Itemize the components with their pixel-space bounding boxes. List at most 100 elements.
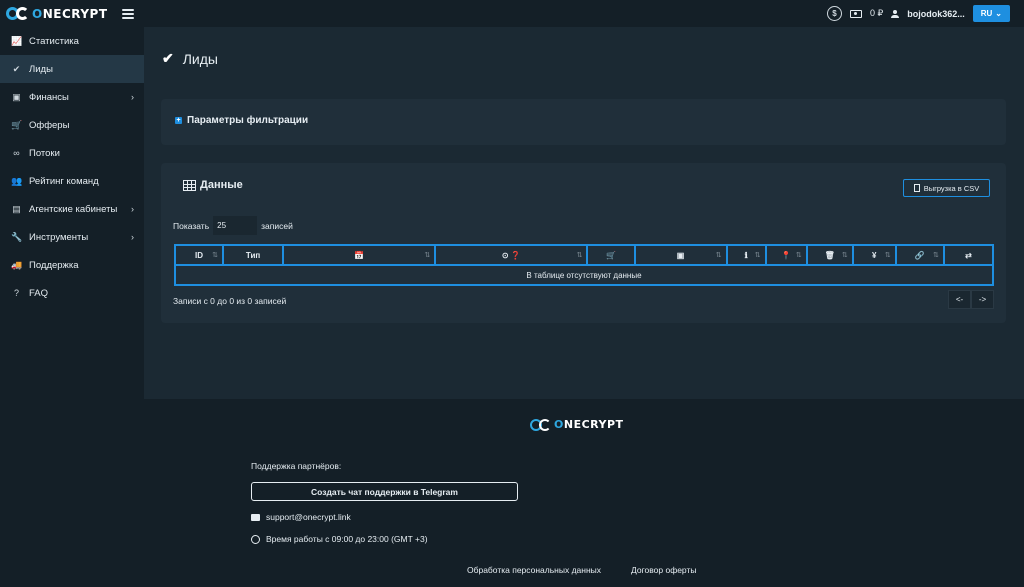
- chevron-down-icon: ⌄: [995, 9, 1002, 18]
- prev-page-button[interactable]: <-: [948, 290, 971, 309]
- column-header-clock-question-icon[interactable]: ⊙ ❓ ⇅: [434, 244, 589, 266]
- sidebar-item[interactable]: ? FAQ: [0, 279, 144, 307]
- column-header-exchange-icon[interactable]: ⇄: [942, 244, 995, 266]
- sidebar-item-label: Потоки: [29, 147, 60, 159]
- column-header-label: 🗑: [824, 250, 835, 260]
- export-csv-label: Выгрузка в CSV: [923, 183, 980, 193]
- sort-icon: ⇅: [754, 252, 761, 259]
- footer-links: Обработка персональных данных Договор оф…: [467, 565, 696, 575]
- next-page-button[interactable]: ->: [971, 290, 994, 309]
- sort-icon: ⇅: [795, 252, 802, 259]
- link-icon: ∞: [13, 148, 20, 158]
- filter-card: + Параметры фильтрации: [161, 99, 1006, 145]
- working-hours-text: Время работы с 09:00 до 23:00 (GMT +3): [266, 534, 428, 544]
- page-length-select[interactable]: 25: [213, 216, 258, 235]
- sidebar: 📈 Статистика ✔ Лиды ▣ Финансы › 🛒 Офферы ∞ Потоки 👥…: [0, 27, 144, 587]
- balance[interactable]: 0 ₽: [870, 8, 883, 19]
- email-contact: support@onecrypt.link: [251, 512, 351, 522]
- sidebar-item-label: Поддержка: [29, 259, 79, 271]
- sidebar-item-label: Рейтинг команд: [29, 175, 99, 187]
- truck-icon: 🚚: [11, 259, 23, 270]
- filter-toggle[interactable]: + Параметры фильтрации: [175, 115, 308, 126]
- leads-table: ID ⇅ Тип 📅 ⇅ ⊙ ❓ ⇅ 🛒 ▣ ⇅ ℹ ⇅ 📍 ⇅ 🗑 ⇅ ¥ ⇅ 🔗 ⇅ ⇄ В таблице отс…: [173, 244, 995, 286]
- column-header-label: 🔗: [914, 250, 925, 260]
- column-header-label: ▣: [676, 250, 685, 260]
- column-header-label: ⇄: [965, 250, 972, 260]
- logo-mark-icon: [530, 418, 552, 431]
- column-header-link-icon[interactable]: 🔗 ⇅: [894, 244, 945, 266]
- column-header-location-icon[interactable]: 📍 ⇅: [764, 244, 808, 266]
- column-header[interactable]: Тип: [222, 244, 285, 266]
- sort-icon: ⇅: [932, 252, 939, 259]
- page-title: ✔ Лиды: [162, 50, 218, 67]
- column-header-money-icon[interactable]: ▣ ⇅: [633, 244, 728, 266]
- telegram-support-button[interactable]: Создать чат поддержки в Telegram: [251, 482, 518, 501]
- username[interactable]: bojodok362...: [907, 9, 965, 19]
- currency-exchange-icon[interactable]: $: [826, 6, 842, 21]
- table-info: Записи с 0 до 0 из 0 записей: [173, 296, 287, 306]
- support-label: Поддержка партнёров:: [251, 461, 342, 471]
- sidebar-item-label: Офферы: [29, 119, 70, 131]
- column-header-label: ℹ: [744, 250, 748, 260]
- column-header-yen-icon[interactable]: ¥ ⇅: [851, 244, 897, 266]
- sidebar-item[interactable]: 👥 Рейтинг команд: [0, 167, 144, 195]
- cart-icon: 🛒: [11, 119, 23, 130]
- sort-icon: ⇅: [576, 252, 583, 259]
- column-header-label: ⊙ ❓: [501, 250, 521, 260]
- column-header-label: 🛒: [605, 250, 616, 260]
- sidebar-item[interactable]: ∞ Потоки: [0, 139, 144, 167]
- logo-text: ONECRYPT: [554, 418, 624, 431]
- empty-table-message: В таблице отсутствуют данные: [174, 264, 994, 286]
- clock-icon: [251, 534, 260, 544]
- sidebar-item[interactable]: ✔ Лиды: [0, 55, 144, 83]
- envelope-icon: [251, 513, 260, 521]
- privacy-link[interactable]: Обработка персональных данных: [467, 565, 601, 575]
- sort-icon: ⇅: [715, 252, 722, 259]
- sidebar-item[interactable]: 📈 Статистика: [0, 27, 144, 55]
- language-label: RU: [980, 9, 993, 18]
- export-csv-button[interactable]: Выгрузка в CSV: [903, 179, 990, 197]
- column-header-trash-icon[interactable]: 🗑 ⇅: [805, 244, 854, 266]
- table-row: В таблице отсутствуют данные: [174, 264, 994, 286]
- footer: ONECRYPT Поддержка партнёров: Создать ча…: [144, 399, 1024, 587]
- chevron-right-icon: ›: [131, 232, 134, 242]
- sidebar-item-label: Лиды: [29, 63, 53, 75]
- column-header-label: 📅: [354, 250, 365, 260]
- language-button[interactable]: RU ⌄: [972, 5, 1010, 22]
- data-card: Данные Выгрузка в CSV Показать 25 записе…: [161, 163, 1006, 323]
- column-header[interactable]: ID ⇅: [173, 244, 225, 266]
- offer-agreement-link[interactable]: Договор оферты: [631, 565, 696, 575]
- chevron-right-icon: ›: [131, 92, 134, 102]
- filter-title-text: Параметры фильтрации: [187, 115, 309, 126]
- column-header-info-icon[interactable]: ℹ ⇅: [725, 244, 767, 266]
- sidebar-item-label: Инструменты: [29, 231, 89, 243]
- column-header-label: 📍: [781, 250, 792, 260]
- sidebar-item-label: FAQ: [29, 287, 49, 299]
- team-icon: 👥: [11, 175, 23, 186]
- support-email[interactable]: support@onecrypt.link: [266, 512, 351, 522]
- check-icon: ✔: [162, 50, 174, 66]
- check-circle-icon: ✔: [12, 63, 21, 74]
- table-header-row: ID ⇅ Тип 📅 ⇅ ⊙ ❓ ⇅ 🛒 ▣ ⇅ ℹ ⇅ 📍 ⇅ 🗑 ⇅ ¥ ⇅ 🔗 ⇅ ⇄: [173, 244, 995, 266]
- logo[interactable]: ONECRYPT: [6, 7, 108, 21]
- sidebar-item[interactable]: ▣ Финансы ›: [0, 83, 144, 111]
- sort-icon: ⇅: [424, 252, 431, 259]
- sidebar-item[interactable]: 🔧 Инструменты ›: [0, 223, 144, 251]
- sidebar-item[interactable]: 🛒 Офферы: [0, 111, 144, 139]
- sidebar-item-label: Статистика: [29, 35, 79, 47]
- file-icon: [913, 184, 920, 192]
- footer-logo[interactable]: ONECRYPT: [530, 418, 624, 431]
- question-icon: ?: [13, 288, 19, 298]
- page-title-text: Лиды: [182, 50, 218, 67]
- wrench-icon: 🔧: [11, 231, 23, 242]
- column-header-cart-icon[interactable]: 🛒: [586, 244, 636, 266]
- logo-mark-icon: [6, 7, 30, 20]
- top-right-bar: $ 0 ₽ bojodok362... RU ⌄: [826, 5, 1010, 22]
- column-header-label: Тип: [245, 250, 261, 260]
- column-header-calendar-icon[interactable]: 📅 ⇅: [282, 244, 437, 266]
- menu-toggle-icon[interactable]: [121, 8, 134, 19]
- chart-icon: 📈: [11, 35, 23, 46]
- sidebar-item[interactable]: 🚚 Поддержка: [0, 251, 144, 279]
- sort-icon: ⇅: [212, 252, 219, 259]
- sidebar-item[interactable]: ▤ Агентские кабинеты ›: [0, 195, 144, 223]
